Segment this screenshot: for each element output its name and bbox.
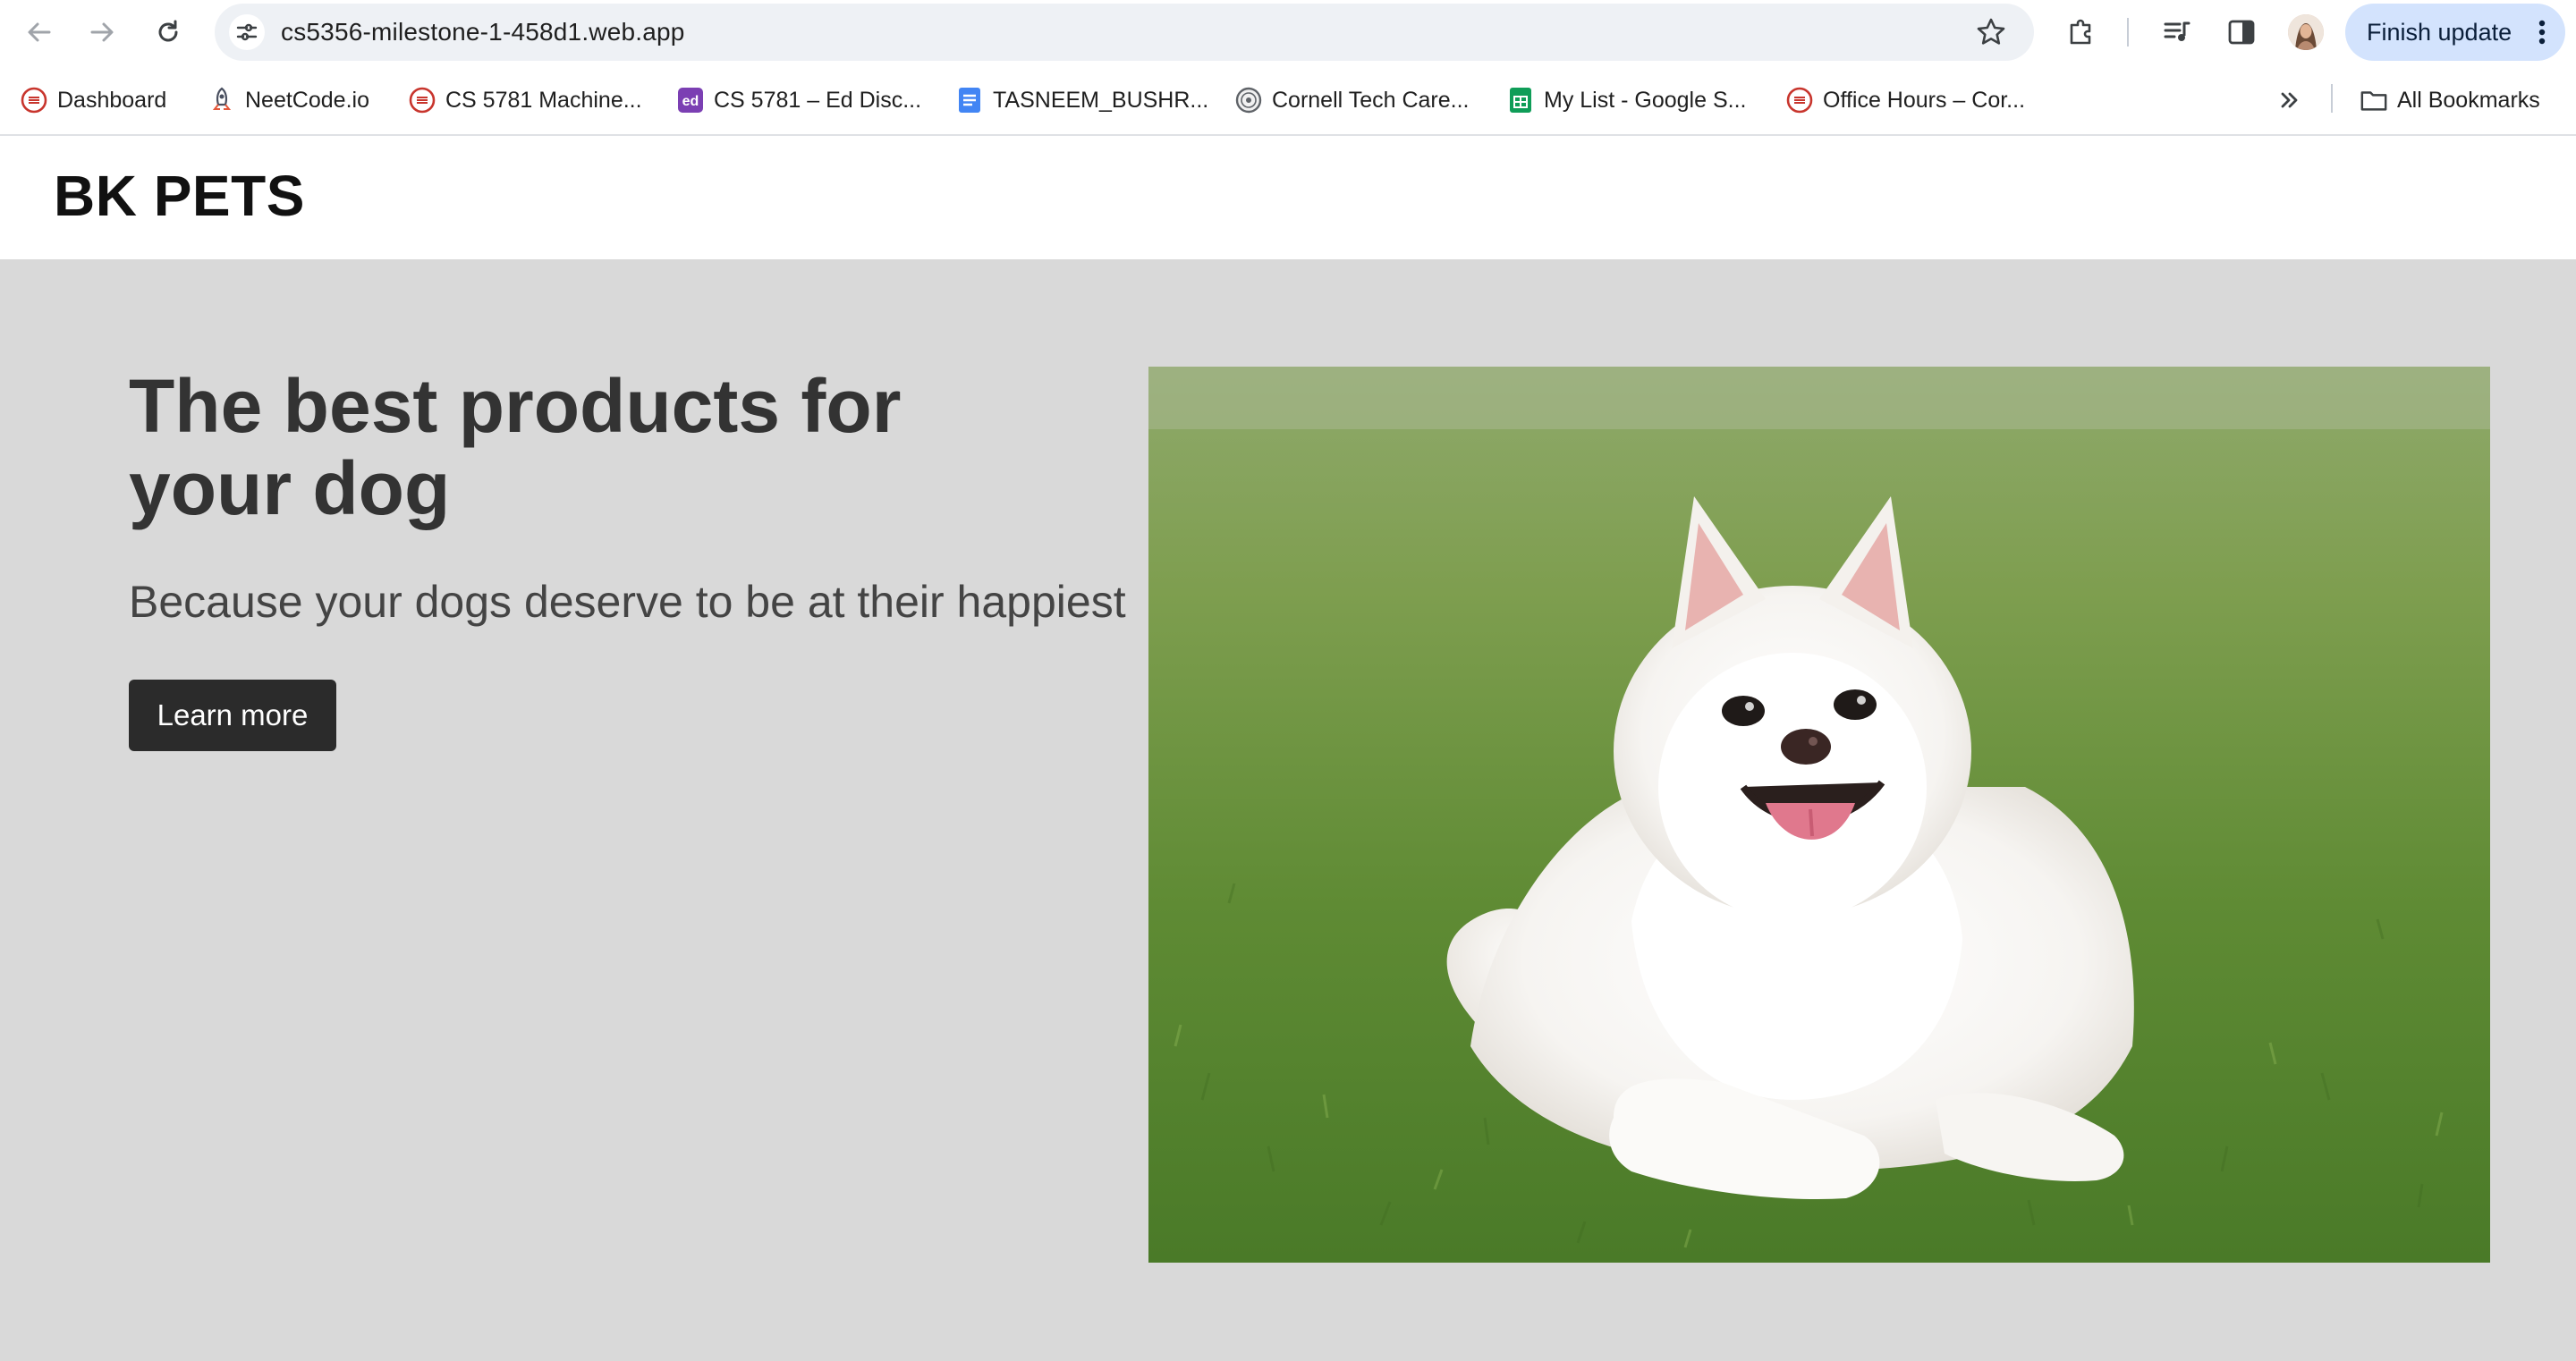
reload-icon <box>158 20 178 42</box>
bookmark-dashboard[interactable]: Dashboard <box>20 80 166 120</box>
bookmark-neetcode[interactable]: NeetCode.io <box>208 80 369 120</box>
side-panel-button[interactable] <box>2222 13 2261 52</box>
more-vert-icon <box>2538 20 2546 45</box>
playlist-icon <box>2164 21 2190 41</box>
canvas-icon <box>1785 86 1814 114</box>
side-panel-icon <box>2228 20 2255 45</box>
bookmark-label: Dashboard <box>57 87 167 113</box>
bookmarks-overflow-button[interactable] <box>2275 80 2304 120</box>
bookmarks-bar: Dashboard NeetCode.io CS 5781 Machine...… <box>0 64 2576 136</box>
hero-dog-photo <box>1148 367 2490 1263</box>
google-sheets-icon <box>1506 86 1535 114</box>
address-bar[interactable]: cs5356-milestone-1-458d1.web.app <box>215 4 2034 61</box>
forward-button[interactable] <box>82 13 122 52</box>
canvas-icon <box>20 86 48 114</box>
canvas-icon <box>408 86 436 114</box>
avatar-icon <box>2288 14 2324 50</box>
finish-update-button[interactable]: Finish update <box>2345 4 2565 61</box>
site-settings-icon[interactable] <box>229 14 265 50</box>
profile-avatar[interactable] <box>2288 14 2324 50</box>
site-logo[interactable]: BK PETS <box>54 163 305 229</box>
svg-text:ed: ed <box>682 94 699 109</box>
bookmark-label: CS 5781 Machine... <box>445 87 642 113</box>
browser-toolbar: cs5356-milestone-1-458d1.web.app Finish … <box>0 0 2576 64</box>
hero-title: The best products for your dog <box>129 364 902 530</box>
puzzle-icon <box>2070 19 2091 45</box>
bookmarks-divider <box>2331 84 2333 113</box>
back-button[interactable] <box>20 13 59 52</box>
learn-more-button[interactable]: Learn more <box>129 680 336 751</box>
arrow-right-icon <box>90 22 114 42</box>
bookmark-label: Cornell Tech Care... <box>1272 87 1470 113</box>
toolbar-divider <box>2127 18 2129 46</box>
bookmark-label: My List - Google S... <box>1544 87 1747 113</box>
bookmark-label: Office Hours – Cor... <box>1823 87 2026 113</box>
bookmark-label: CS 5781 – Ed Disc... <box>714 87 922 113</box>
finish-update-label: Finish update <box>2367 19 2512 46</box>
hero-section: The best products for your dog Because y… <box>0 259 2576 1361</box>
all-bookmarks-button[interactable]: All Bookmarks <box>2360 80 2540 120</box>
extensions-button[interactable] <box>2063 13 2102 52</box>
bookmark-google-doc[interactable]: TASNEEM_BUSHR... <box>955 80 1208 120</box>
bookmark-label: TASNEEM_BUSHR... <box>993 87 1209 113</box>
rocket-icon <box>208 86 236 114</box>
hero-subtitle: Because your dogs deserve to be at their… <box>129 577 1126 627</box>
url-text[interactable]: cs5356-milestone-1-458d1.web.app <box>281 4 685 61</box>
ed-icon: ed <box>676 86 705 114</box>
bookmark-google-sheet[interactable]: My List - Google S... <box>1506 80 1746 120</box>
site-header: BK PETS <box>0 136 2576 259</box>
bookmark-cornell-tech-careers[interactable]: Cornell Tech Care... <box>1234 80 1469 120</box>
bookmark-cs5781-machine[interactable]: CS 5781 Machine... <box>408 80 642 120</box>
media-controls-button[interactable] <box>2157 13 2197 52</box>
google-docs-icon <box>955 86 984 114</box>
reload-button[interactable] <box>148 13 188 52</box>
bookmark-ed-discussion[interactable]: ed CS 5781 – Ed Disc... <box>676 80 921 120</box>
folder-icon <box>2360 86 2388 114</box>
all-bookmarks-label: All Bookmarks <box>2397 87 2540 113</box>
bookmark-star-icon[interactable] <box>1975 16 2007 48</box>
arrow-left-icon <box>28 22 51 42</box>
bookmark-office-hours[interactable]: Office Hours – Cor... <box>1785 80 2025 120</box>
seal-icon <box>1234 86 1263 114</box>
bookmark-label: NeetCode.io <box>245 87 369 113</box>
double-chevron-right-icon <box>2275 86 2304 114</box>
